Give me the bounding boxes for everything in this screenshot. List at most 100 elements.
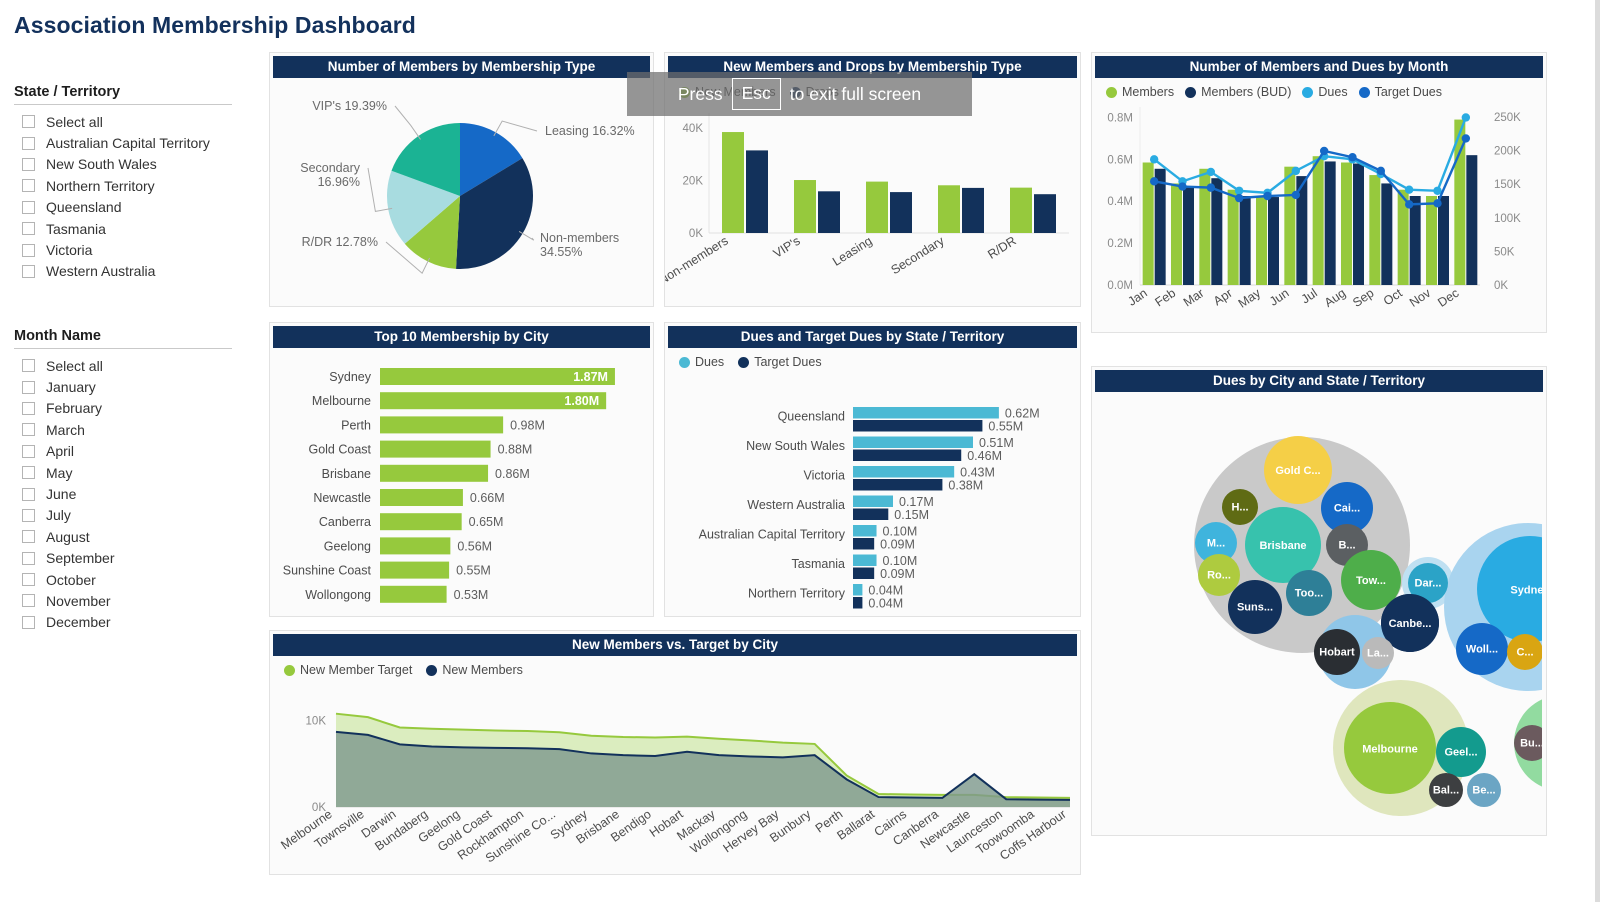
legend-item-target-dues[interactable]: Target Dues xyxy=(738,355,822,369)
svg-text:C...: C... xyxy=(1516,646,1533,658)
slicer-item-wa[interactable]: Western Australia xyxy=(14,261,232,282)
slicer-item-act[interactable]: Australian Capital Territory xyxy=(14,132,232,153)
svg-text:Wollongong: Wollongong xyxy=(305,588,371,602)
checkbox-icon[interactable] xyxy=(22,264,35,278)
slicer-item-november[interactable]: November xyxy=(14,590,232,611)
legend-item-new-members[interactable]: New Members xyxy=(426,663,523,677)
checkbox-icon[interactable] xyxy=(22,551,35,565)
legend-swatch-icon xyxy=(738,356,750,368)
slicer-item-december[interactable]: December xyxy=(14,612,232,633)
slicer-item-january[interactable]: January xyxy=(14,376,232,397)
card-members-dues-month[interactable]: Number of Members and Dues by Month Memb… xyxy=(1091,52,1547,333)
slicer-item-may[interactable]: May xyxy=(14,462,232,483)
legend-swatch-icon xyxy=(1185,86,1197,98)
card-dues-by-state[interactable]: Dues and Target Dues by State / Territor… xyxy=(664,322,1081,617)
grouped-bar-chart[interactable]: 0K 20K 40K Non-members VIP's Leasing Secondary… xyxy=(656,99,1080,302)
svg-text:Too...: Too... xyxy=(1295,588,1324,600)
slicer-item-select-all[interactable]: Select all xyxy=(14,111,232,132)
legend-item-members-bud[interactable]: Members (BUD) xyxy=(1185,85,1291,99)
svg-text:Sydney: Sydney xyxy=(329,370,371,384)
checkbox-icon[interactable] xyxy=(22,423,35,437)
checkbox-icon[interactable] xyxy=(22,222,35,236)
checkbox-icon[interactable] xyxy=(22,200,35,214)
svg-text:0.62M: 0.62M xyxy=(1005,407,1040,421)
checkbox-icon[interactable] xyxy=(22,115,35,129)
slicer-item-september[interactable]: September xyxy=(14,548,232,569)
svg-text:Mar: Mar xyxy=(1181,286,1207,310)
svg-text:0.10M: 0.10M xyxy=(883,525,918,539)
svg-text:20K: 20K xyxy=(683,176,704,188)
slicer-item-qld[interactable]: Queensland xyxy=(14,197,232,218)
svg-text:Jul: Jul xyxy=(1299,286,1320,307)
slicer-item-july[interactable]: July xyxy=(14,505,232,526)
dues-state-bar-chart[interactable]: Queensland 0.62M 0.55M New South Wales 0.51M… xyxy=(665,369,1080,614)
slicer-list-state: Select all Australian Capital Territory … xyxy=(14,111,232,282)
checkbox-icon[interactable] xyxy=(22,487,35,501)
svg-text:0.55M: 0.55M xyxy=(988,420,1023,434)
svg-text:Victoria: Victoria xyxy=(804,469,846,483)
svg-text:Be...: Be... xyxy=(1472,784,1495,796)
legend-label: New Members xyxy=(442,663,523,677)
checkbox-icon[interactable] xyxy=(22,594,35,608)
card-members-by-type[interactable]: Number of Members by Membership Type Lea… xyxy=(269,52,654,307)
svg-text:0.10M: 0.10M xyxy=(883,554,918,568)
checkbox-icon[interactable] xyxy=(22,466,35,480)
svg-text:0.6M: 0.6M xyxy=(1107,154,1133,166)
svg-text:Woll...: Woll... xyxy=(1466,644,1498,656)
svg-text:Northern Territory: Northern Territory xyxy=(748,587,846,601)
dashboard-page: Association Membership Dashboard State /… xyxy=(0,0,1600,902)
legend-swatch-icon xyxy=(284,664,295,676)
area-chart[interactable]: 0K 10K Melbourne Townsville Darwin Bundaberg G… xyxy=(270,677,1080,872)
checkbox-icon[interactable] xyxy=(22,401,35,415)
card-title: Dues and Target Dues by State / Territor… xyxy=(668,326,1077,348)
checkbox-icon[interactable] xyxy=(22,359,35,373)
top10-bar-chart[interactable]: Sydney 1.87M Melbourne 1.80M Perth 0.98M Gold … xyxy=(270,348,653,621)
checkbox-icon[interactable] xyxy=(22,615,35,629)
slicer-item-october[interactable]: October xyxy=(14,569,232,590)
slicer-item-april[interactable]: April xyxy=(14,441,232,462)
combo-chart[interactable]: 0.0M 0.2M 0.4M 0.6M 0.8M 0K 50K 100K 150K 200K 250… xyxy=(1092,99,1546,328)
svg-text:R/DR: R/DR xyxy=(985,234,1018,262)
slicer-item-label: June xyxy=(46,486,77,503)
checkbox-icon[interactable] xyxy=(22,573,35,587)
legend-item-new-member-target[interactable]: New Member Target xyxy=(284,663,412,677)
legend-item-dues[interactable]: Dues xyxy=(679,355,724,369)
slicer-item-february[interactable]: February xyxy=(14,398,232,419)
checkbox-icon[interactable] xyxy=(22,530,35,544)
svg-text:Ro...: Ro... xyxy=(1207,570,1231,582)
slicer-item-nt[interactable]: Northern Territory xyxy=(14,175,232,196)
svg-text:0.43M: 0.43M xyxy=(960,466,995,480)
card-title: Top 10 Membership by City xyxy=(273,326,650,348)
legend-item-dues[interactable]: Dues xyxy=(1302,85,1348,99)
checkbox-icon[interactable] xyxy=(22,157,35,171)
checkbox-icon[interactable] xyxy=(22,179,35,193)
checkbox-icon[interactable] xyxy=(22,136,35,150)
card-dues-by-city-state[interactable]: Dues by City and State / Territory Gold … xyxy=(1091,366,1600,837)
slicer-item-june[interactable]: June xyxy=(14,483,232,504)
svg-text:250K: 250K xyxy=(1494,112,1521,124)
card-new-members-target-city[interactable]: New Members vs. Target by City New Membe… xyxy=(269,630,1081,875)
checkbox-icon[interactable] xyxy=(22,380,35,394)
slicer-item-select-all[interactable]: Select all xyxy=(14,355,232,376)
slicer-item-nsw[interactable]: New South Wales xyxy=(14,154,232,175)
checkbox-icon[interactable] xyxy=(22,444,35,458)
svg-text:0.4M: 0.4M xyxy=(1107,196,1133,208)
checkbox-icon[interactable] xyxy=(22,243,35,257)
checkbox-icon[interactable] xyxy=(22,508,35,522)
svg-text:0.88M: 0.88M xyxy=(498,443,533,457)
svg-text:Hobart: Hobart xyxy=(1319,647,1355,659)
svg-text:Aug: Aug xyxy=(1322,286,1348,310)
legend-item-members[interactable]: Members xyxy=(1106,85,1174,99)
pie-chart[interactable]: Leasing 16.32% Non-members 34.55% R/DR 12.7… xyxy=(270,78,653,311)
svg-text:Secondary: Secondary xyxy=(888,233,947,277)
svg-text:Brisbane: Brisbane xyxy=(1259,540,1306,552)
svg-text:New South Wales: New South Wales xyxy=(746,439,845,453)
slicer-item-tas[interactable]: Tasmania xyxy=(14,218,232,239)
slicer-item-august[interactable]: August xyxy=(14,526,232,547)
card-top10-city[interactable]: Top 10 Membership by City Sydney 1.87M Mel… xyxy=(269,322,654,617)
legend-item-target-dues[interactable]: Target Dues xyxy=(1358,85,1442,99)
bubble-chart[interactable]: Gold C... H... Cai... M... Brisbane B... Ro...… xyxy=(1092,392,1600,837)
slicer-title-state: State / Territory xyxy=(14,84,232,105)
slicer-item-vic[interactable]: Victoria xyxy=(14,239,232,260)
slicer-item-march[interactable]: March xyxy=(14,419,232,440)
